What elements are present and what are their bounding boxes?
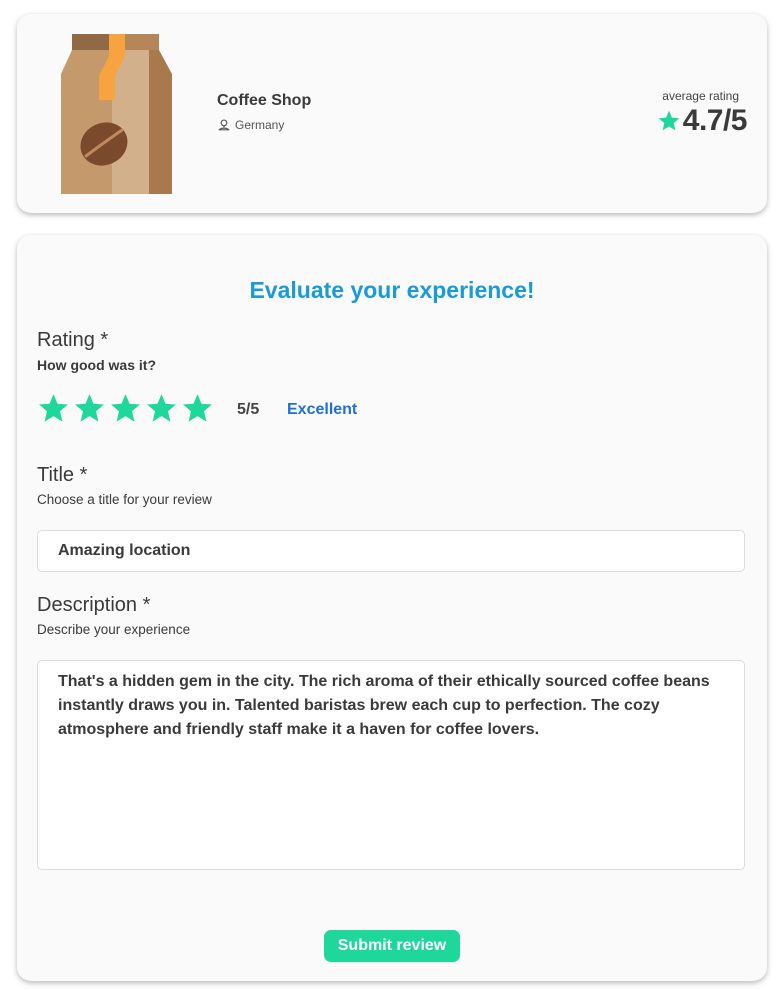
star-icon (658, 110, 680, 131)
star-icon[interactable] (73, 392, 106, 425)
place-location: Germany (217, 118, 284, 132)
rating-quality: Excellent (287, 401, 358, 418)
title-label: Title * (37, 464, 88, 486)
description-textarea[interactable]: That's a hidden gem in the city. The ric… (37, 660, 745, 870)
place-location-text: Germany (235, 118, 285, 132)
average-rating-value: 4.7/5 (682, 104, 748, 137)
title-input[interactable]: Amazing location (37, 530, 745, 572)
place-name: Coffee Shop (217, 92, 312, 109)
coffee-bag-icon (61, 34, 172, 194)
rating-sublabel: How good was it? (37, 357, 156, 373)
star-icon[interactable] (109, 392, 142, 425)
title-sublabel: Choose a title for your review (37, 492, 212, 507)
rating-score: 5/5 (237, 401, 260, 418)
rating-label: Rating * (37, 329, 109, 351)
location-pin-icon (218, 119, 230, 131)
star-icon[interactable] (181, 392, 214, 425)
star-icon[interactable] (145, 392, 178, 425)
average-rating-label: average rating (662, 89, 739, 103)
place-card: Coffee Shop Germany average rating 4.7/5 (17, 14, 767, 213)
star-rating[interactable] (37, 392, 214, 425)
submit-review-button[interactable]: Submit review (324, 930, 460, 962)
review-form: Evaluate your experience! Rating * How g… (17, 235, 767, 981)
average-rating: 4.7/5 (657, 104, 748, 138)
description-label: Description * (37, 594, 151, 616)
star-icon[interactable] (37, 392, 70, 425)
form-heading: Evaluate your experience! (249, 277, 535, 303)
description-sublabel: Describe your experience (37, 622, 191, 637)
